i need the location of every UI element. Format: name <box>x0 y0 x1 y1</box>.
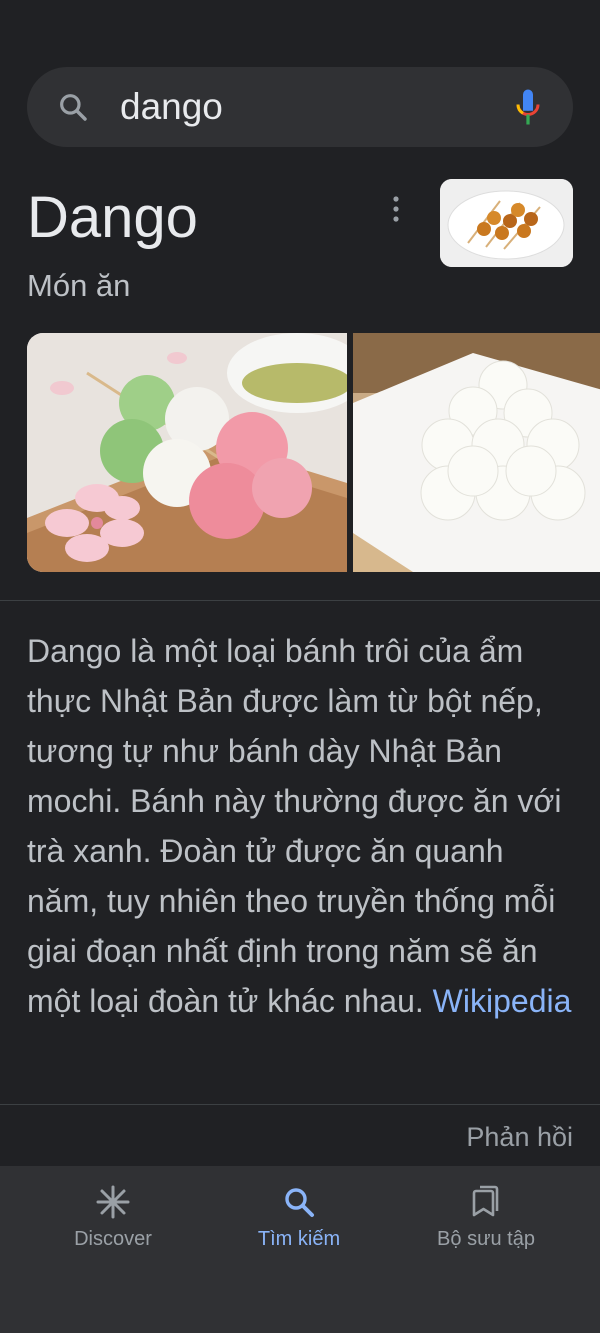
nav-discover[interactable]: Discover <box>13 1184 213 1251</box>
search-icon <box>60 94 87 121</box>
nav-search-label: Tìm kiếm <box>257 1228 341 1250</box>
divider <box>0 1104 600 1105</box>
feedback-link[interactable]: Phản hồi <box>466 1120 573 1154</box>
asterisk-icon <box>96 1185 130 1219</box>
nav-search[interactable]: Tìm kiếm <box>199 1184 399 1251</box>
bookmarks-icon <box>472 1185 499 1217</box>
entity-description: Dango là một loại bánh trôi của ẩm thực … <box>27 626 577 1026</box>
nav-collections-label: Bộ sưu tập <box>437 1228 535 1250</box>
search-icon <box>285 1188 314 1217</box>
search-query[interactable]: dango <box>120 87 223 127</box>
dango-pyramid-photo[interactable] <box>353 333 600 572</box>
description-text: Dango là một loại bánh trôi của ẩm thực … <box>27 633 562 1019</box>
entity-subtitle: Món ăn <box>27 268 131 303</box>
dango-thumbnail-image[interactable] <box>440 179 573 267</box>
wikipedia-link[interactable]: Wikipedia <box>433 983 572 1019</box>
entity-title: Dango <box>27 185 198 250</box>
search-bar[interactable]: dango <box>27 67 573 147</box>
more-options-icon[interactable] <box>384 194 408 224</box>
bottom-navigation: Discover Tìm kiếm Bộ sưu tập <box>0 1166 600 1333</box>
nav-discover-label: Discover <box>74 1228 152 1250</box>
divider <box>0 600 600 601</box>
dango-skewer-photo[interactable] <box>27 333 347 572</box>
image-gallery[interactable] <box>27 333 600 572</box>
nav-collections[interactable]: Bộ sưu tập <box>386 1184 586 1251</box>
mic-icon[interactable] <box>513 87 543 127</box>
